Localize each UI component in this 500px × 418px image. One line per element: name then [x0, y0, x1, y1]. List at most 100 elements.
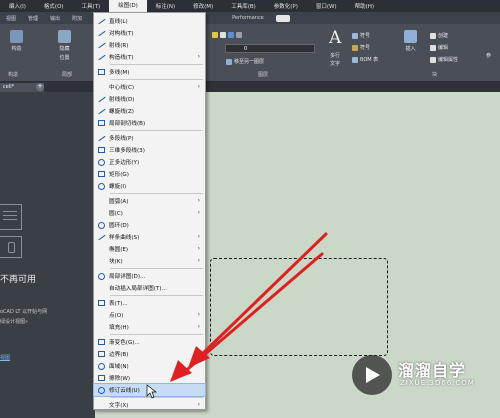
- menu-item-label: 射线(R): [109, 43, 129, 49]
- menu-item-label: 矩形(G): [109, 172, 129, 178]
- menu-item-3d-polyline[interactable]: 三维多段线(3): [94, 144, 205, 156]
- menu-item-donut[interactable]: 圆环(D): [94, 219, 205, 231]
- menu-item-block[interactable]: 块(K) ›: [94, 255, 205, 267]
- document-icon: [0, 204, 22, 230]
- menu-item-point[interactable]: 点(O) ›: [94, 309, 205, 321]
- menu-help[interactable]: 帮助(H): [346, 2, 383, 10]
- sun-icon: [220, 32, 226, 38]
- xline-icon: [97, 29, 106, 38]
- menu-item-table[interactable]: 表(T)...: [94, 297, 205, 309]
- menu-item-label: 面域(N): [109, 364, 129, 370]
- menu-item-multiline[interactable]: 多线(M): [94, 66, 205, 78]
- new-tab-button[interactable]: +: [36, 83, 44, 91]
- bom-table-button[interactable]: BOM 表: [352, 56, 378, 63]
- menu-item-detail-view[interactable]: 局部详图(D)...: [94, 270, 205, 282]
- menu-item-local-section[interactable]: 局部剖切线(B): [94, 117, 205, 129]
- circle-icon: [97, 209, 106, 218]
- helix-line-icon: [97, 107, 106, 116]
- menu-item-ray[interactable]: 射线(R): [94, 39, 205, 51]
- menu-draw[interactable]: 绘图(D): [109, 0, 147, 12]
- tab-output[interactable]: 输出: [44, 15, 66, 22]
- edit-attr-icon: [430, 56, 436, 63]
- menu-item-label: 正多边形(Y): [109, 160, 140, 166]
- menu-item-label: 局部剖切线(B): [109, 121, 146, 127]
- insert-button[interactable]: 插入: [404, 30, 417, 52]
- menu-item-circle[interactable]: 圆(C) ›: [94, 207, 205, 219]
- menu-item-line[interactable]: 直线(L): [94, 15, 205, 27]
- hide-label: 隐藏: [59, 46, 70, 52]
- hide-icon: [58, 30, 71, 43]
- menu-item-wipeout[interactable]: 擦除(W): [94, 372, 205, 384]
- move-to-layer-button[interactable]: 移至另一图层: [226, 58, 264, 65]
- menu-separator: [110, 268, 203, 269]
- menu-tools[interactable]: 工具(T): [73, 2, 110, 10]
- layer-tools: [212, 32, 244, 38]
- unavailable-title: 不再可用: [0, 275, 37, 285]
- play-icon: [366, 367, 380, 383]
- edit-attr-button[interactable]: 编辑属性: [430, 56, 458, 63]
- menu-item-gradient[interactable]: 渐变色(G)...: [94, 336, 205, 348]
- arc-icon: [97, 197, 106, 206]
- group-block-label: 块: [432, 72, 438, 78]
- ref-label: 参: [486, 53, 492, 59]
- menu-item-hatch[interactable]: 填充(H) ›: [94, 321, 205, 333]
- layer-dropdown[interactable]: 0: [225, 44, 315, 53]
- menu-insert[interactable]: 编入(I): [0, 2, 35, 10]
- construct-button[interactable]: 构造: [10, 30, 23, 52]
- submenu-arrow: ›: [197, 197, 200, 204]
- menu-item-xline[interactable]: 对构线(T): [94, 27, 205, 39]
- menu-item-ellipse[interactable]: 椭圆(E) ›: [94, 243, 205, 255]
- menu-item-helix-line[interactable]: 螺旋线(Z): [94, 105, 205, 117]
- edit-attr-label: 编辑属性: [438, 57, 459, 63]
- menu-item-boundary[interactable]: 边界(B): [94, 348, 205, 360]
- bom-label: BOM 表: [360, 57, 379, 63]
- menu-window[interactable]: 窗口(W): [307, 2, 346, 10]
- menu-modify[interactable]: 修改(M): [184, 2, 222, 10]
- menu-item-section-line[interactable]: 射线线(D): [94, 93, 205, 105]
- tab-addins[interactable]: 附加: [66, 15, 88, 22]
- symbol-button[interactable]: 符号: [352, 32, 370, 39]
- menu-parametric[interactable]: 参数化(P): [265, 2, 307, 10]
- menu-separator: [110, 64, 203, 65]
- hatch-icon: [97, 323, 106, 332]
- symbol-button-2[interactable]: 符号: [352, 44, 370, 51]
- menu-format[interactable]: 格式(O): [35, 2, 73, 10]
- construct-icon: [10, 30, 23, 43]
- menu-item-polyline[interactable]: 多段线(P): [94, 132, 205, 144]
- edit-block-button[interactable]: 编辑: [430, 44, 448, 51]
- view-link[interactable]: 视图: [0, 354, 10, 361]
- wipeout-icon: [97, 374, 106, 383]
- menu-item-polygon[interactable]: 正多边形(Y): [94, 156, 205, 168]
- menu-item-label: 边界(B): [109, 352, 129, 358]
- menu-item-rectangle[interactable]: 矩形(G): [94, 168, 205, 180]
- create-block-button[interactable]: 创建: [430, 32, 448, 39]
- menu-separator: [110, 130, 203, 131]
- menu-item-centerline[interactable]: 中心线(C) ›: [94, 81, 205, 93]
- menu-item-auto-detail-view[interactable]: 自动插入局部详图(T)...: [94, 282, 205, 294]
- text-a-icon[interactable]: A: [329, 28, 341, 48]
- edit-label: 编辑: [438, 45, 449, 51]
- menu-item-spline[interactable]: 样条曲线(S) ›: [94, 231, 205, 243]
- lock-doc-icon: [0, 236, 22, 258]
- menu-toolset[interactable]: 工具库(B): [222, 2, 265, 10]
- menu-item-label: 对构线(T): [109, 31, 134, 37]
- menu-item-label: 构造线(T): [109, 55, 134, 61]
- menu-item-text[interactable]: 文字(X) ›: [94, 399, 205, 411]
- tab-manage[interactable]: 管理: [22, 15, 44, 22]
- hide-button[interactable]: 隐藏 位置: [58, 30, 71, 61]
- submenu-arrow: ›: [197, 311, 200, 318]
- tab-performance[interactable]: Performance: [226, 15, 270, 21]
- edit-icon: [430, 44, 436, 51]
- menu-item-label: 填充(H): [109, 325, 129, 331]
- menu-item-construction-line[interactable]: 构造线(T) ›: [94, 51, 205, 63]
- menu-separator: [110, 295, 203, 296]
- ribbon-toggle[interactable]: [275, 14, 290, 22]
- menu-item-revision-cloud[interactable]: 修订云线(U): [93, 383, 206, 397]
- group-construct-label: 构造: [8, 72, 19, 78]
- tab-view[interactable]: 视图: [0, 15, 22, 22]
- menu-item-label: 多段线(P): [109, 136, 134, 142]
- menu-item-region[interactable]: 面域(N): [94, 360, 205, 372]
- menu-dimension[interactable]: 标注(N): [147, 2, 184, 10]
- menu-item-helix[interactable]: 螺旋(I): [94, 180, 205, 192]
- menu-item-arc[interactable]: 圆弧(A) ›: [94, 195, 205, 207]
